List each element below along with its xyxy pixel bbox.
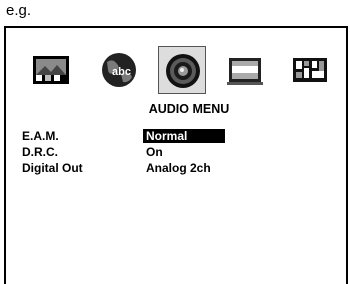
language-globe-icon[interactable]: abc	[95, 46, 143, 94]
caption: e.g.	[6, 2, 32, 19]
row-label: E.A.M.	[22, 129, 59, 143]
row-value[interactable]: On	[143, 145, 166, 159]
menu-icon-bar: abc	[6, 46, 346, 94]
speaker-audio-icon[interactable]	[158, 46, 206, 94]
menu-title: AUDIO MENU	[148, 102, 230, 116]
osd-screen: abc AUDIO MENU E.A.M. Normal D.R.C. On D…	[4, 26, 348, 284]
svg-text:abc: abc	[112, 66, 131, 78]
row-value[interactable]: Analog 2ch	[143, 161, 214, 175]
screen-display-icon[interactable]	[221, 46, 269, 94]
row-label: D.R.C.	[22, 145, 58, 159]
parental-control-icon[interactable]	[286, 46, 334, 94]
row-value-selected[interactable]: Normal	[143, 129, 225, 143]
row-label: Digital Out	[22, 161, 83, 175]
picture-icon[interactable]	[27, 46, 75, 94]
